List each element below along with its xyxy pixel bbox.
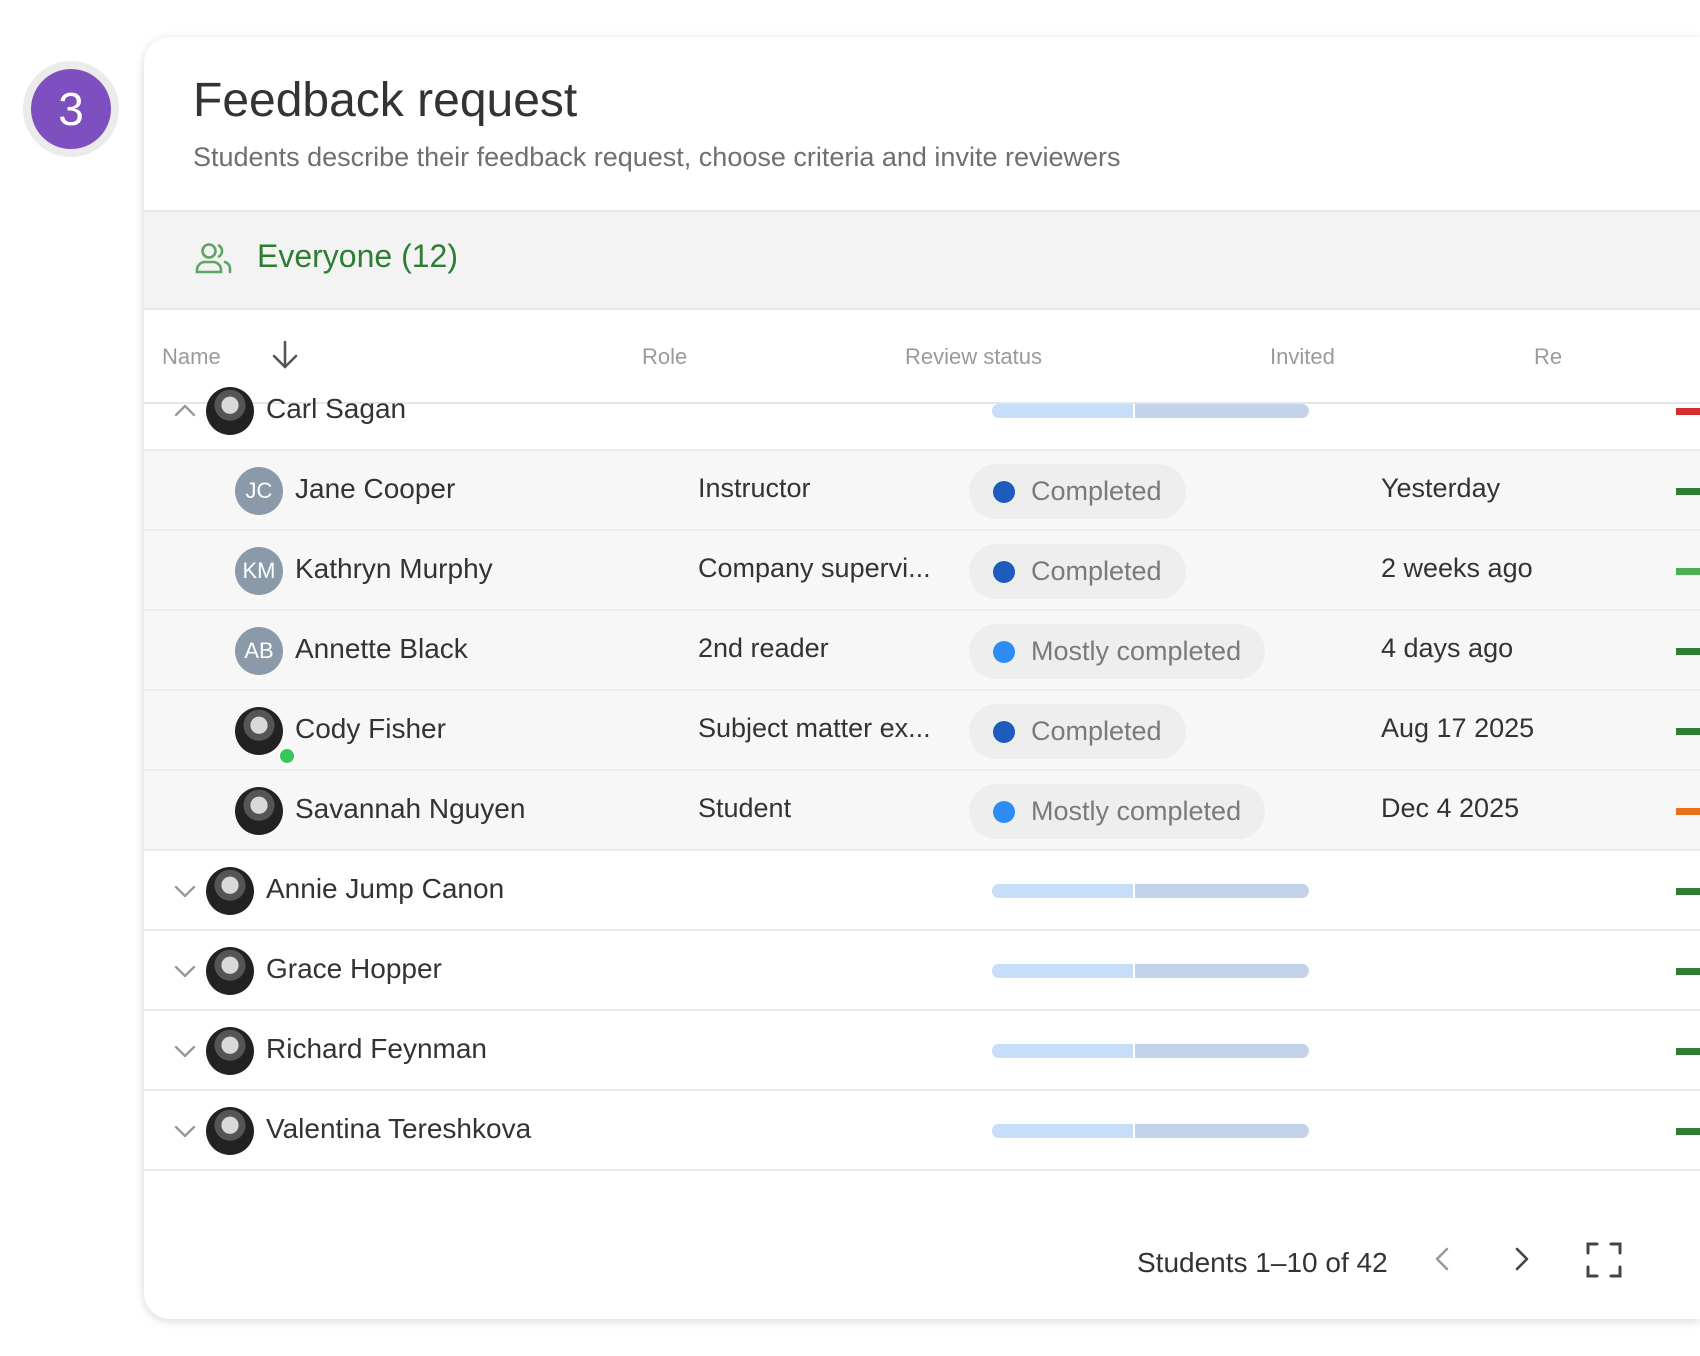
reviewer-role: 2nd reader	[698, 633, 829, 663]
reviewer-role: Subject matter ex...	[698, 713, 931, 743]
avatar: JC	[235, 467, 283, 515]
review-progress-bar	[992, 1044, 1309, 1058]
student-name[interactable]: Valentina Tereshkova	[266, 1113, 531, 1145]
fullscreen-icon[interactable]	[1586, 1242, 1622, 1283]
reviewer-name[interactable]: Cody Fisher	[295, 713, 446, 745]
online-status-indicator	[278, 747, 296, 765]
reviewer-role: Instructor	[698, 473, 811, 503]
reviewer-name[interactable]: Annette Black	[295, 633, 468, 665]
status-marker	[1676, 728, 1700, 735]
reviewer-row-jane-cooper[interactable]: JC Jane Cooper Instructor Completed Yesterd…	[144, 451, 1700, 531]
reviewer-name[interactable]: Savannah Nguyen	[295, 793, 525, 825]
page-subtitle: Students describe their feedback request…	[193, 142, 1121, 172]
invited-date: 2 weeks ago	[1381, 553, 1533, 583]
step-badge: 3	[23, 61, 119, 157]
status-badge: Completed	[969, 544, 1186, 599]
status-dot	[993, 560, 1015, 583]
status-text: Completed	[1031, 556, 1162, 586]
column-header-partial[interactable]: Re	[1534, 344, 1562, 370]
invited-date: Aug 17 2025	[1381, 713, 1535, 743]
review-progress-bar	[992, 884, 1309, 898]
reviewer-row-savannah-nguyen[interactable]: Savannah Nguyen Student Mostly completed D…	[144, 771, 1700, 851]
group-filter[interactable]: Everyone (12)	[144, 212, 1700, 310]
step-number: 3	[31, 69, 111, 149]
student-name[interactable]: Carl Sagan	[266, 393, 406, 425]
reviewer-name[interactable]: Jane Cooper	[295, 473, 455, 505]
status-dot	[993, 480, 1015, 503]
status-text: Completed	[1031, 476, 1162, 506]
review-progress-bar	[992, 404, 1309, 418]
status-text: Completed	[1031, 716, 1162, 746]
status-dot	[993, 640, 1015, 663]
people-icon	[194, 242, 234, 281]
card-header: Feedback request Students describe their…	[144, 37, 1700, 212]
avatar	[206, 867, 254, 915]
status-marker	[1676, 968, 1700, 975]
status-badge: Mostly completed	[969, 624, 1266, 679]
page-title: Feedback request	[193, 74, 578, 127]
avatar	[235, 787, 283, 835]
status-marker	[1676, 808, 1700, 815]
reviewer-name[interactable]: Kathryn Murphy	[295, 553, 493, 585]
avatar	[206, 1107, 254, 1155]
chevron-left-icon[interactable]	[1429, 1245, 1457, 1278]
status-marker	[1676, 648, 1700, 655]
invited-date: Dec 4 2025	[1381, 793, 1520, 823]
student-name[interactable]: Annie Jump Canon	[266, 873, 504, 905]
status-dot	[993, 720, 1015, 743]
reviewer-row-cody-fisher[interactable]: Cody Fisher Subject matter ex... Complete…	[144, 691, 1700, 771]
group-label: Everyone (12)	[257, 238, 458, 274]
column-header-review-status[interactable]: Review status	[905, 344, 1042, 370]
status-marker	[1676, 1128, 1700, 1135]
status-marker	[1676, 568, 1700, 575]
avatar: KM	[235, 547, 283, 595]
chevron-down-icon[interactable]	[172, 1119, 198, 1148]
invited-date: Yesterday	[1381, 473, 1501, 503]
status-marker	[1676, 488, 1700, 495]
reviewer-role: Company supervi...	[698, 553, 931, 583]
chevron-down-icon[interactable]	[172, 879, 198, 908]
table-footer: Students 1–10 of 42	[144, 1207, 1700, 1319]
status-marker	[1676, 408, 1700, 415]
status-text: Mostly completed	[1031, 796, 1242, 826]
student-row-valentina-tereshkova[interactable]: Valentina Tereshkova	[144, 1091, 1700, 1171]
avatar: AB	[235, 627, 283, 675]
reviewer-row-annette-black[interactable]: AB Annette Black 2nd reader Mostly complet…	[144, 611, 1700, 691]
avatar	[206, 1027, 254, 1075]
status-badge: Mostly completed	[969, 784, 1266, 839]
review-progress-bar	[992, 1124, 1309, 1138]
chevron-right-icon[interactable]	[1507, 1245, 1535, 1278]
status-marker	[1676, 1048, 1700, 1055]
status-text: Mostly completed	[1031, 636, 1242, 666]
avatar	[235, 707, 283, 755]
column-header-name[interactable]: Name	[162, 344, 221, 370]
student-name[interactable]: Richard Feynman	[266, 1033, 487, 1065]
invited-date: 4 days ago	[1381, 633, 1514, 663]
reviewer-role: Student	[698, 793, 792, 823]
review-progress-bar	[992, 964, 1309, 978]
student-row-carl-sagan[interactable]: Carl Sagan	[144, 371, 1700, 451]
status-dot	[993, 800, 1015, 823]
column-header-role[interactable]: Role	[642, 344, 687, 370]
student-row-annie-jump-canon[interactable]: Annie Jump Canon	[144, 851, 1700, 931]
student-row-richard-feynman[interactable]: Richard Feynman	[144, 1011, 1700, 1091]
status-badge: Completed	[969, 464, 1186, 519]
student-row-grace-hopper[interactable]: Grace Hopper	[144, 931, 1700, 1011]
avatar	[206, 947, 254, 995]
status-badge: Completed	[969, 704, 1186, 759]
status-marker	[1676, 888, 1700, 895]
column-header-invited[interactable]: Invited	[1270, 344, 1335, 370]
feedback-request-card: Feedback request Students describe their…	[144, 37, 1700, 1319]
avatar	[206, 387, 254, 435]
chevron-down-icon[interactable]	[172, 1039, 198, 1068]
reviewer-row-kathryn-murphy[interactable]: KM Kathryn Murphy Company supervi... Compl…	[144, 531, 1700, 611]
chevron-up-icon[interactable]	[172, 399, 198, 428]
chevron-down-icon[interactable]	[172, 959, 198, 988]
student-name[interactable]: Grace Hopper	[266, 953, 442, 985]
pagination-label: Students 1–10 of 42	[1137, 1247, 1388, 1278]
